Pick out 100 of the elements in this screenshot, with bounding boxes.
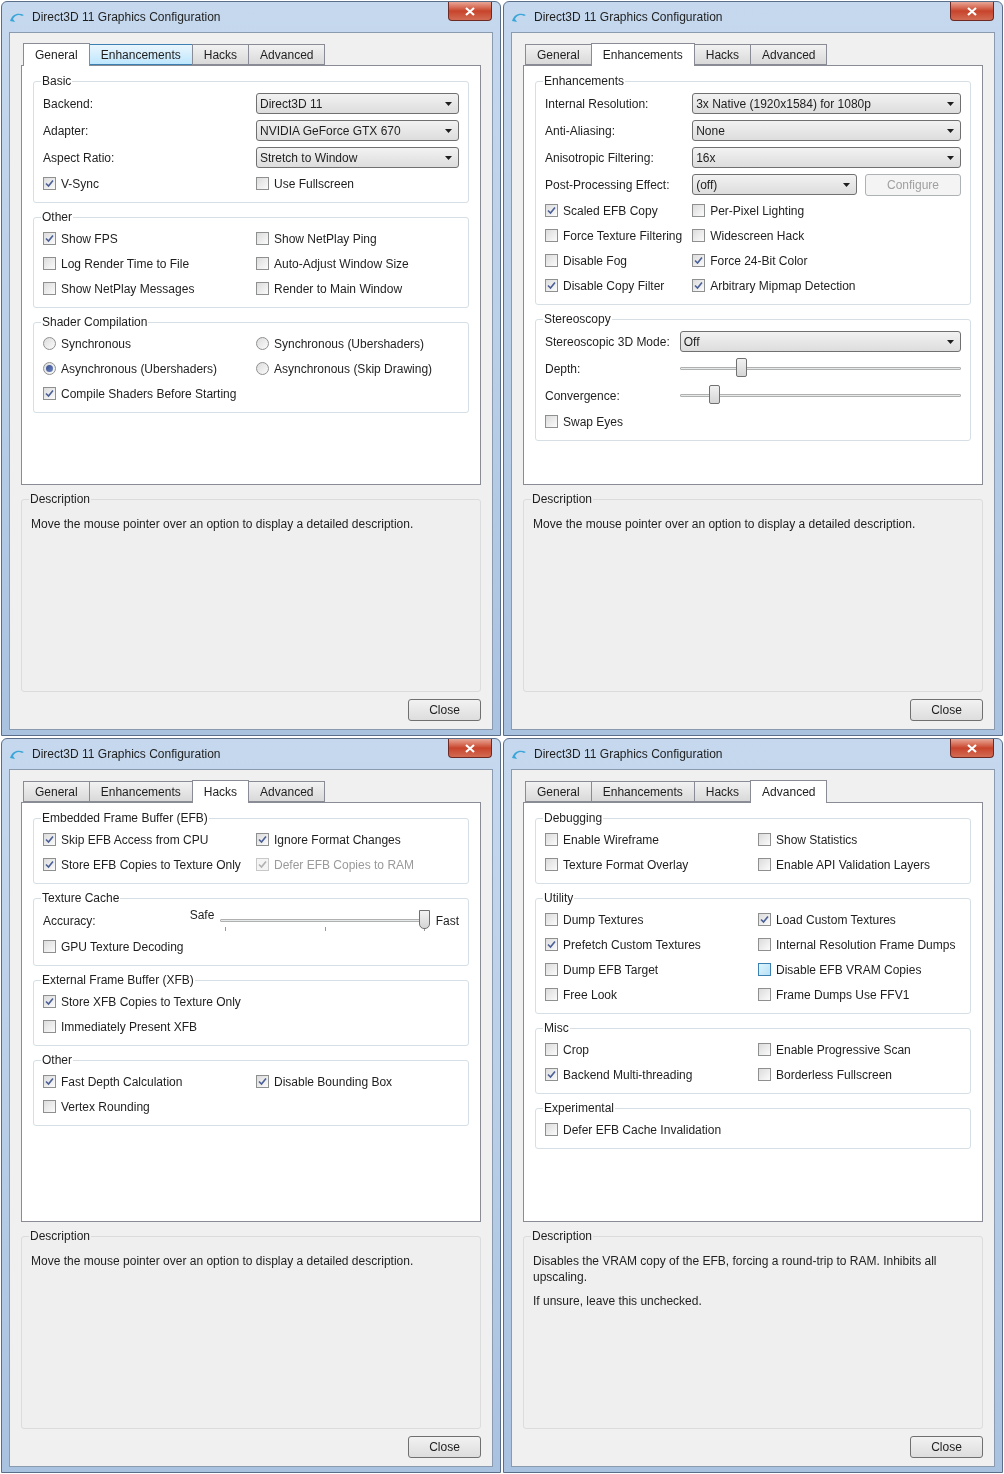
- dropdown[interactable]: 3x Native (1920x1584) for 1080p: [692, 93, 961, 114]
- slider[interactable]: [679, 384, 961, 407]
- checkbox[interactable]: Dump Textures: [545, 910, 644, 929]
- checkbox-box[interactable]: [43, 232, 56, 245]
- checkbox-box[interactable]: [256, 257, 269, 270]
- checkbox[interactable]: Log Render Time to File: [43, 254, 190, 273]
- checkbox-box[interactable]: [758, 963, 771, 976]
- checkbox-box[interactable]: [545, 415, 558, 428]
- dropdown[interactable]: 16x: [692, 147, 961, 168]
- checkbox-box[interactable]: [256, 833, 269, 846]
- dropdown[interactable]: Stretch to Window: [256, 147, 459, 168]
- checkbox[interactable]: Enable Wireframe: [545, 830, 660, 849]
- checkbox[interactable]: Texture Format Overlay: [545, 855, 689, 874]
- tab[interactable]: Advanced: [248, 781, 326, 802]
- checkbox-box[interactable]: [43, 1075, 56, 1088]
- checkbox-box[interactable]: [545, 913, 558, 926]
- tab[interactable]: Enhancements: [88, 781, 193, 802]
- checkbox[interactable]: Per-Pixel Lighting: [692, 201, 805, 220]
- tab[interactable]: Hacks: [191, 780, 250, 803]
- checkbox-box[interactable]: [545, 938, 558, 951]
- checkbox[interactable]: Render to Main Window: [256, 279, 403, 298]
- checkbox-box[interactable]: [545, 1123, 558, 1136]
- checkbox[interactable]: Backend Multi-threading: [545, 1065, 693, 1084]
- slider[interactable]: [220, 909, 430, 932]
- checkbox-box[interactable]: [43, 833, 56, 846]
- slider[interactable]: [679, 357, 961, 380]
- dropdown[interactable]: NVIDIA GeForce GTX 670: [256, 120, 459, 141]
- checkbox[interactable]: Show NetPlay Ping: [256, 229, 377, 248]
- checkbox[interactable]: Use Fullscreen: [256, 174, 355, 193]
- tab[interactable]: Enhancements: [590, 43, 695, 66]
- checkbox-box[interactable]: [545, 833, 558, 846]
- checkbox-box[interactable]: [43, 1020, 56, 1033]
- close-button[interactable]: [950, 739, 994, 758]
- checkbox[interactable]: Disable Fog: [545, 251, 628, 270]
- close-button[interactable]: [950, 2, 994, 21]
- checkbox-box[interactable]: [758, 913, 771, 926]
- dropdown[interactable]: None: [692, 120, 961, 141]
- close-dialog-button[interactable]: Close: [408, 699, 481, 721]
- radio-button[interactable]: [43, 337, 56, 350]
- radio-button[interactable]: [43, 362, 56, 375]
- checkbox[interactable]: Disable Bounding Box: [256, 1072, 393, 1091]
- checkbox[interactable]: GPU Texture Decoding: [43, 937, 184, 956]
- checkbox[interactable]: Prefetch Custom Textures: [545, 935, 701, 954]
- checkbox[interactable]: Force Texture Filtering: [545, 226, 683, 245]
- checkbox[interactable]: Free Look: [545, 985, 618, 1004]
- checkbox-box[interactable]: [43, 387, 56, 400]
- close-button[interactable]: [448, 2, 492, 21]
- checkbox-box[interactable]: [545, 279, 558, 292]
- checkbox-box[interactable]: [43, 858, 56, 871]
- tab[interactable]: General: [23, 43, 90, 66]
- checkbox-box[interactable]: [545, 963, 558, 976]
- checkbox[interactable]: Load Custom Textures: [758, 910, 896, 929]
- close-dialog-button[interactable]: Close: [910, 1436, 983, 1458]
- checkbox-box[interactable]: [692, 229, 706, 242]
- dropdown[interactable]: Off: [679, 331, 961, 352]
- checkbox-box[interactable]: [758, 858, 771, 871]
- checkbox[interactable]: Vertex Rounding: [43, 1097, 150, 1116]
- checkbox[interactable]: Crop: [545, 1040, 589, 1059]
- tab[interactable]: General: [525, 781, 592, 802]
- checkbox-box[interactable]: [758, 938, 771, 951]
- checkbox-box[interactable]: [43, 177, 56, 190]
- checkbox[interactable]: Arbitrary Mipmap Detection: [692, 276, 856, 295]
- checkbox[interactable]: Force 24-Bit Color: [692, 251, 808, 270]
- tab[interactable]: Enhancements: [88, 44, 193, 65]
- checkbox[interactable]: Scaled EFB Copy: [545, 201, 658, 220]
- tab[interactable]: Hacks: [693, 44, 752, 65]
- close-dialog-button[interactable]: Close: [408, 1436, 481, 1458]
- checkbox-box[interactable]: [545, 1043, 558, 1056]
- checkbox-box[interactable]: [692, 204, 706, 217]
- checkbox-box[interactable]: [758, 1068, 771, 1081]
- checkbox-box[interactable]: [545, 1068, 558, 1081]
- slider-thumb[interactable]: [418, 909, 430, 929]
- checkbox-box[interactable]: [758, 988, 771, 1001]
- checkbox-box[interactable]: [256, 282, 269, 295]
- tab[interactable]: General: [525, 44, 592, 65]
- close-button[interactable]: [448, 739, 492, 758]
- checkbox-box[interactable]: [43, 282, 56, 295]
- checkbox[interactable]: Frame Dumps Use FFV1: [758, 985, 910, 1004]
- checkbox[interactable]: Disable EFB VRAM Copies: [758, 960, 922, 979]
- tab[interactable]: Advanced: [248, 44, 326, 65]
- checkbox-box[interactable]: [758, 1043, 771, 1056]
- checkbox[interactable]: Show Statistics: [758, 830, 858, 849]
- checkbox[interactable]: Enable API Validation Layers: [758, 855, 930, 874]
- checkbox-box[interactable]: [256, 1075, 269, 1088]
- checkbox[interactable]: Show NetPlay Messages: [43, 279, 195, 298]
- checkbox[interactable]: Skip EFB Access from CPU: [43, 830, 209, 849]
- slider-thumb[interactable]: [736, 357, 748, 377]
- checkbox[interactable]: Fast Depth Calculation: [43, 1072, 183, 1091]
- checkbox[interactable]: Enable Progressive Scan: [758, 1040, 911, 1059]
- checkbox[interactable]: Dump EFB Target: [545, 960, 659, 979]
- checkbox[interactable]: Ignore Format Changes: [256, 830, 401, 849]
- checkbox-box[interactable]: [545, 229, 558, 242]
- checkbox-box[interactable]: [545, 988, 558, 1001]
- checkbox-box[interactable]: [256, 232, 269, 245]
- checkbox-box[interactable]: [43, 940, 56, 953]
- checkbox-box[interactable]: [256, 177, 269, 190]
- checkbox-box[interactable]: [545, 204, 558, 217]
- tab[interactable]: Hacks: [693, 781, 752, 802]
- checkbox[interactable]: Show FPS: [43, 229, 118, 248]
- slider-thumb[interactable]: [709, 384, 721, 404]
